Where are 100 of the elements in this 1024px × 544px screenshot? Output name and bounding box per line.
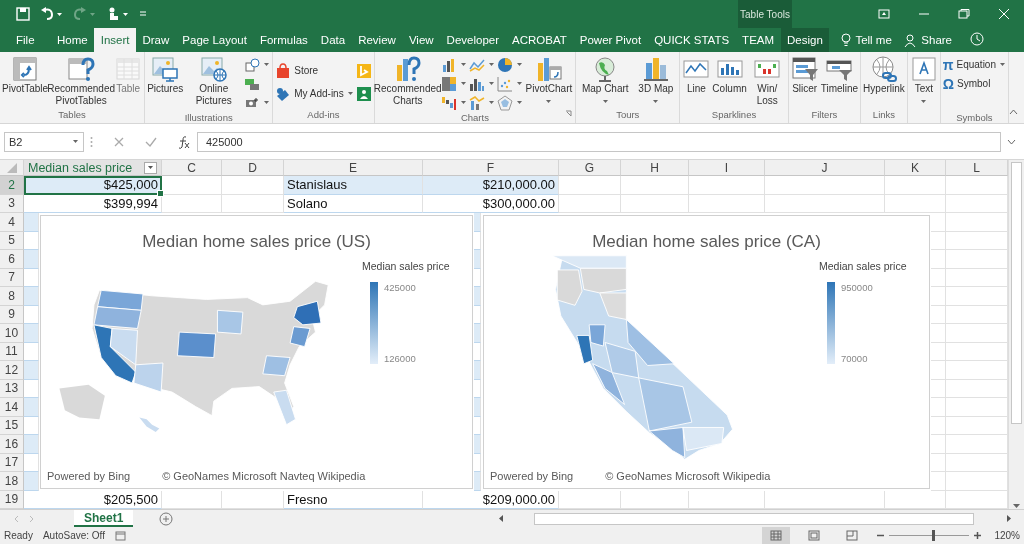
column-header[interactable]: D [222, 160, 284, 176]
ribbon-tab[interactable]: Insert [94, 28, 136, 52]
ribbon-button[interactable]: Store [274, 59, 355, 82]
ribbon-button[interactable]: Column [711, 55, 748, 95]
grid-cell[interactable] [931, 435, 946, 454]
ribbon-button[interactable]: Pictures [146, 55, 185, 95]
row-header[interactable]: 14 [0, 398, 24, 417]
grid-cell[interactable] [24, 213, 39, 232]
ribbon-icon-button[interactable] [439, 74, 468, 93]
grid-cell[interactable] [24, 250, 39, 269]
row-header[interactable]: 18 [0, 472, 24, 491]
grid-cell[interactable] [931, 231, 946, 250]
grid-cell[interactable] [621, 194, 689, 213]
grid-cell[interactable] [474, 398, 481, 417]
grid-cell[interactable] [689, 194, 765, 213]
grid-cell[interactable] [931, 324, 946, 343]
grid-cell[interactable] [931, 379, 946, 398]
grid-cell[interactable] [474, 213, 481, 232]
ribbon-icon-button[interactable] [467, 93, 496, 112]
ribbon-icon-button[interactable] [495, 55, 524, 74]
ribbon-button[interactable]: My Add-ins [274, 82, 355, 105]
map-chart-panel[interactable]: Median home sales price (CA) Median sales price 950000 70000 Powered by Bing © GeoNames Microsoft Wikipedia [483, 215, 930, 489]
grid-cell[interactable] [931, 213, 946, 232]
grid-cell[interactable] [559, 176, 621, 195]
map-chart-panel[interactable]: Median home sales price (US) Median sales price 425000 126000 Powered by Bing © GeoNames Microsoft Navteq Wikipedia [40, 215, 473, 489]
ribbon-tab[interactable]: View [402, 28, 441, 52]
column-header[interactable]: J [765, 160, 885, 176]
grid-cell[interactable] [474, 324, 481, 343]
row-header[interactable]: 10 [0, 324, 24, 343]
ribbon-tab[interactable]: Formulas [253, 28, 315, 52]
ribbon-tab[interactable]: Home [50, 28, 95, 52]
grid-cell[interactable] [621, 176, 689, 195]
ribbon-button[interactable]: π Equation [941, 55, 1007, 74]
row-header[interactable]: 2 [0, 176, 24, 195]
grid-cell[interactable] [765, 176, 885, 195]
view-button[interactable] [762, 527, 791, 544]
grid-cell[interactable] [162, 194, 222, 213]
ribbon-tab[interactable]: TEAM [735, 28, 781, 52]
zoom-slider-thumb[interactable] [931, 530, 935, 541]
ribbon-button[interactable]: PivotChart [523, 55, 575, 107]
grid-cell[interactable] [474, 250, 481, 269]
grid-cell[interactable] [24, 287, 39, 306]
grid-cell[interactable] [931, 250, 946, 269]
ribbon-tab[interactable]: Draw [136, 28, 176, 52]
column-header[interactable]: L [946, 160, 1008, 176]
grid-cell[interactable] [24, 324, 39, 343]
share-button[interactable]: Share [898, 28, 958, 52]
grid-cell[interactable] [931, 398, 946, 417]
grid-cell[interactable] [931, 305, 946, 324]
ribbon-button[interactable]: Win/Loss [747, 55, 787, 107]
ribbon-button[interactable]: Timeline [819, 55, 860, 95]
row-header[interactable]: 16 [0, 435, 24, 454]
grid-cell[interactable] [931, 287, 946, 306]
grid-cell[interactable] [931, 472, 946, 491]
grid-cell[interactable] [559, 194, 621, 213]
grid-cell[interactable] [931, 342, 946, 361]
vertical-scrollbar[interactable] [1008, 160, 1024, 509]
ribbon-tab[interactable]: Power Pivot [573, 28, 648, 52]
grid-cell[interactable] [474, 287, 481, 306]
ribbon-tab[interactable]: Page Layout [175, 28, 254, 52]
column-header[interactable]: E [284, 160, 423, 176]
column-header[interactable]: C [162, 160, 222, 176]
grid-cell[interactable] [931, 268, 946, 287]
grid-cell[interactable] [885, 176, 946, 195]
grid-cell[interactable] [474, 361, 481, 380]
grid-cell[interactable] [24, 361, 39, 380]
grid-cell[interactable] [689, 176, 765, 195]
grid-cell[interactable] [162, 176, 222, 195]
name-box[interactable]: B2 [4, 131, 84, 152]
column-header[interactable]: H [621, 160, 689, 176]
grid-cell[interactable] [24, 472, 39, 491]
row-header[interactable]: 6 [0, 250, 24, 269]
grid-cell[interactable] [474, 435, 481, 454]
sheet-tab[interactable]: Sheet1 [74, 510, 134, 527]
ribbon-button[interactable]: 3D Map [633, 55, 679, 107]
column-header[interactable]: Median sales price [24, 160, 162, 176]
ribbon-tab[interactable]: ACROBAT [505, 28, 574, 52]
ribbon-button[interactable]: Hyperlink [862, 55, 906, 95]
row-header[interactable]: 4 [0, 213, 24, 232]
ribbon-tab[interactable]: File [0, 28, 51, 52]
ribbon-tab[interactable]: Review [351, 28, 403, 52]
row-header[interactable]: 12 [0, 361, 24, 380]
column-header[interactable]: G [559, 160, 621, 176]
grid-cell[interactable] [931, 453, 946, 472]
ribbon-button[interactable]: Text [908, 55, 939, 107]
grid-cell[interactable] [885, 194, 946, 213]
grid-cell[interactable] [931, 361, 946, 380]
row-header[interactable]: 8 [0, 287, 24, 306]
filter-button[interactable] [144, 161, 157, 174]
grid-cell[interactable] [24, 435, 39, 454]
ribbon-tab[interactable]: QUICK STATS [647, 28, 736, 52]
ribbon-button[interactable]: Slicer [789, 55, 820, 95]
ribbon-tab[interactable]: Data [314, 28, 352, 52]
ribbon-button[interactable]: Line [681, 55, 712, 95]
grid-cell[interactable] [24, 398, 39, 417]
grid-cell[interactable] [222, 194, 284, 213]
grid-cell[interactable] [765, 194, 885, 213]
ribbon-button[interactable]: Online Pictures [184, 55, 244, 107]
ribbon-button[interactable]: Ω Symbol [941, 74, 1007, 93]
formula-input[interactable]: 425000 [197, 131, 1001, 152]
